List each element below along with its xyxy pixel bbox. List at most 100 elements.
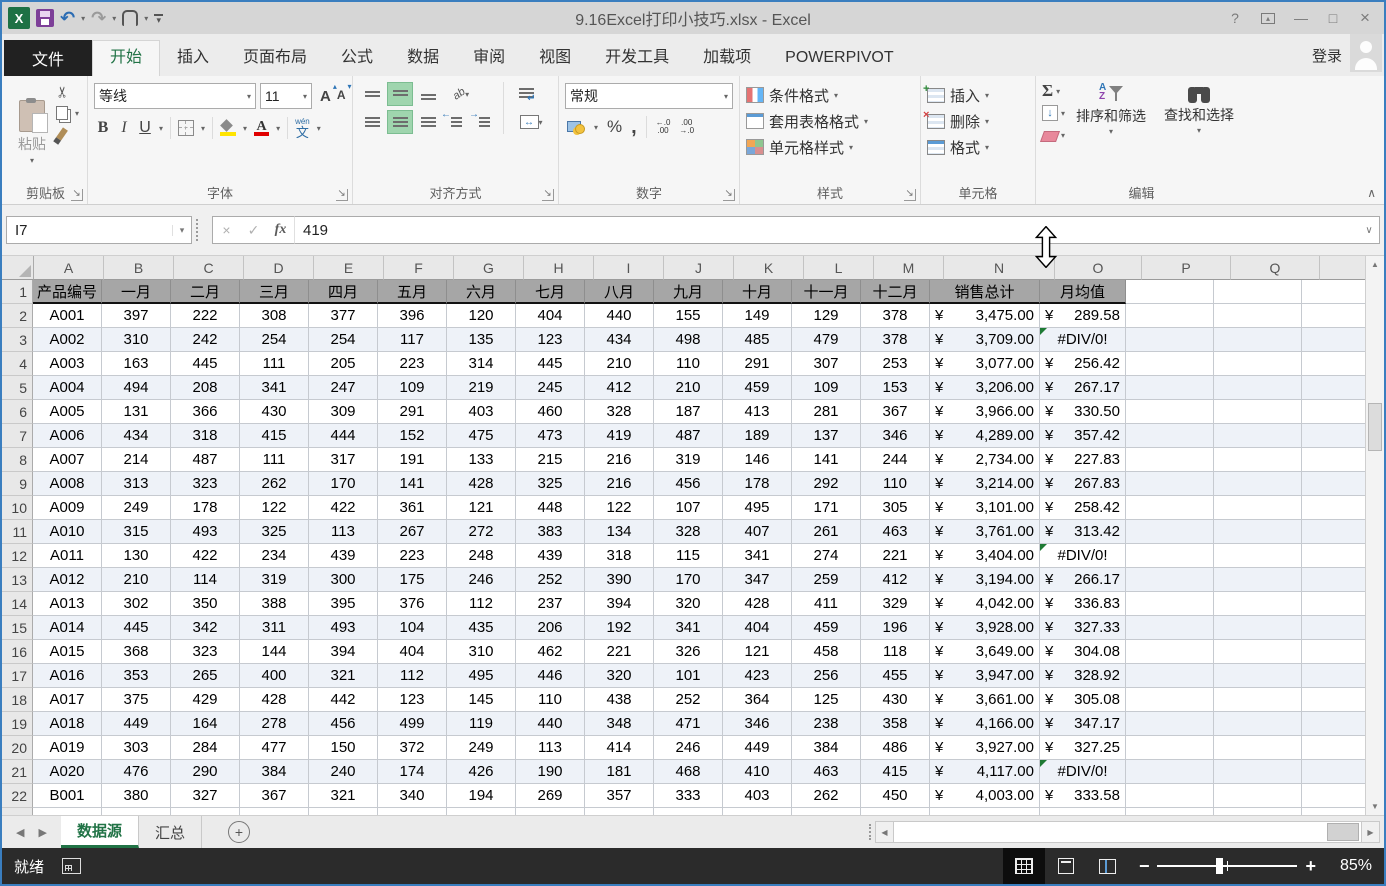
fill-button[interactable]: ↓▾ — [1042, 104, 1065, 122]
chevron-down-icon[interactable]: ▾ — [317, 124, 321, 133]
formula-input[interactable]: 419 ∨ — [294, 216, 1380, 244]
normal-view-button[interactable] — [1003, 848, 1045, 884]
cell[interactable]: 120 — [447, 304, 516, 328]
cell[interactable]: ¥327.25 — [1040, 736, 1126, 760]
cell[interactable]: 439 — [309, 544, 378, 568]
cell[interactable]: ¥3,101.00 — [930, 496, 1040, 520]
cell[interactable]: 274 — [792, 544, 861, 568]
touch-mode-icon[interactable] — [122, 10, 138, 26]
cell-product-id[interactable]: A006 — [33, 424, 102, 448]
cell[interactable]: 246 — [654, 736, 723, 760]
sheet-tab-数据源[interactable]: 数据源 — [61, 816, 139, 848]
cell[interactable]: 196 — [861, 616, 930, 640]
styles-dialog-launcher-icon[interactable]: ↘ — [904, 189, 916, 201]
cell[interactable] — [930, 808, 1040, 815]
cell[interactable]: 208 — [171, 376, 240, 400]
cell-product-id[interactable]: A007 — [33, 448, 102, 472]
cell[interactable]: 367 — [861, 400, 930, 424]
cell[interactable]: 290 — [171, 760, 240, 784]
cell[interactable]: 152 — [378, 424, 447, 448]
column-header-M[interactable]: M — [874, 256, 944, 280]
new-sheet-button[interactable]: + — [228, 821, 250, 843]
row-header-14[interactable]: 14 — [2, 592, 33, 616]
borders-button[interactable] — [178, 120, 194, 136]
cell[interactable]: 121 — [723, 640, 792, 664]
conditional-formatting-button[interactable]: 条件格式▾ — [746, 82, 914, 108]
cell[interactable]: 353 — [102, 664, 171, 688]
cell-product-id[interactable]: A016 — [33, 664, 102, 688]
sort-filter-button[interactable]: AZ 排序和筛选 ▾ — [1069, 80, 1153, 144]
zoom-slider[interactable] — [1157, 865, 1297, 867]
cell[interactable]: ¥4,003.00 — [930, 784, 1040, 808]
cell[interactable]: 242 — [171, 328, 240, 352]
decrease-decimal-button[interactable]: .00 →.0 — [679, 119, 694, 135]
row-header-17[interactable]: 17 — [2, 664, 33, 688]
cell[interactable]: 340 — [378, 784, 447, 808]
cell[interactable] — [1126, 352, 1214, 376]
cell[interactable] — [1214, 616, 1302, 640]
cell[interactable] — [1214, 400, 1302, 424]
cell-product-id[interactable]: A002 — [33, 328, 102, 352]
cell[interactable]: 118 — [861, 640, 930, 664]
cell[interactable]: 446 — [516, 664, 585, 688]
zoom-in-button[interactable]: + — [1305, 856, 1316, 877]
cell[interactable]: 125 — [792, 688, 861, 712]
macro-record-icon[interactable] — [62, 858, 81, 874]
cell[interactable] — [1126, 400, 1214, 424]
save-icon[interactable] — [36, 9, 54, 27]
cell[interactable]: 419 — [585, 424, 654, 448]
cell[interactable]: 110 — [654, 352, 723, 376]
cell[interactable] — [1126, 448, 1214, 472]
percent-style-button[interactable]: % — [607, 117, 622, 137]
cell[interactable]: 499 — [378, 712, 447, 736]
cell[interactable]: 328 — [585, 400, 654, 424]
cell[interactable]: ¥289.58 — [1040, 304, 1126, 328]
cell[interactable]: 145 — [447, 688, 516, 712]
cell[interactable]: 422 — [171, 544, 240, 568]
cell-product-id[interactable]: A011 — [33, 544, 102, 568]
cell[interactable]: 149 — [723, 304, 792, 328]
cell[interactable]: 221 — [585, 640, 654, 664]
header-cell[interactable]: 二月 — [171, 280, 240, 304]
font-dialog-launcher-icon[interactable]: ↘ — [336, 189, 348, 201]
cell[interactable]: 475 — [447, 424, 516, 448]
cell[interactable]: 412 — [585, 376, 654, 400]
tab-数据[interactable]: 数据 — [390, 40, 456, 76]
cell[interactable]: 215 — [516, 448, 585, 472]
cell[interactable]: 237 — [516, 592, 585, 616]
cell[interactable]: 110 — [861, 472, 930, 496]
row-header-12[interactable]: 12 — [2, 544, 33, 568]
chevron-down-icon[interactable]: ▾ — [201, 124, 205, 133]
cell[interactable]: 121 — [447, 496, 516, 520]
cell[interactable] — [723, 808, 792, 815]
cell[interactable]: 395 — [309, 592, 378, 616]
cell[interactable] — [1214, 592, 1302, 616]
cell[interactable]: 129 — [792, 304, 861, 328]
collapse-ribbon-button[interactable]: ∧ — [1367, 186, 1376, 200]
cell[interactable]: 119 — [447, 712, 516, 736]
cell[interactable]: 434 — [102, 424, 171, 448]
cell[interactable]: ¥3,661.00 — [930, 688, 1040, 712]
row-header-9[interactable]: 9 — [2, 472, 33, 496]
cell[interactable]: 261 — [792, 520, 861, 544]
cell[interactable]: 190 — [516, 760, 585, 784]
cell[interactable] — [1126, 424, 1214, 448]
cell[interactable] — [1126, 304, 1214, 328]
underline-button[interactable]: U — [138, 119, 152, 137]
cell[interactable] — [1214, 520, 1302, 544]
cell[interactable]: 459 — [792, 616, 861, 640]
cell[interactable]: 384 — [792, 736, 861, 760]
cell[interactable] — [1126, 280, 1214, 304]
insert-function-button[interactable]: fx — [267, 222, 294, 238]
cell-product-id[interactable]: B001 — [33, 784, 102, 808]
cell[interactable]: 377 — [309, 304, 378, 328]
cell[interactable]: 272 — [447, 520, 516, 544]
tab-加载项[interactable]: 加载项 — [686, 40, 768, 76]
cell[interactable]: 445 — [102, 616, 171, 640]
cell[interactable]: 477 — [240, 736, 309, 760]
cell[interactable] — [1126, 592, 1214, 616]
cell[interactable]: 219 — [447, 376, 516, 400]
cell[interactable]: 494 — [102, 376, 171, 400]
cell[interactable]: 462 — [516, 640, 585, 664]
cell[interactable]: 325 — [516, 472, 585, 496]
